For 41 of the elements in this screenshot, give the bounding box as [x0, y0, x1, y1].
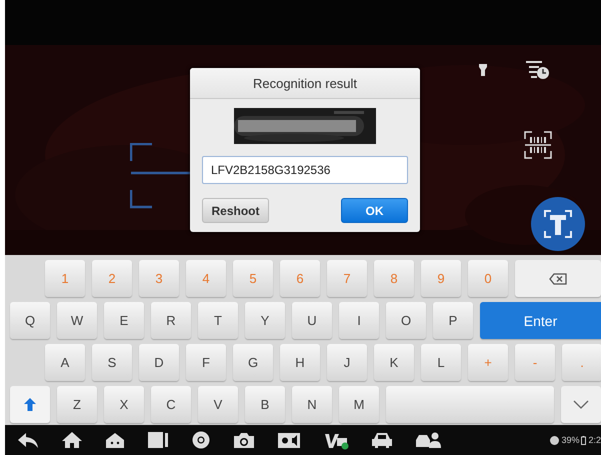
- backspace-icon: [549, 272, 567, 284]
- key[interactable]: K: [374, 344, 414, 381]
- camera-icon[interactable]: [233, 430, 255, 450]
- key[interactable]: H: [280, 344, 320, 381]
- key[interactable]: S: [92, 344, 132, 381]
- key[interactable]: D: [139, 344, 179, 381]
- key[interactable]: B: [245, 386, 285, 423]
- key[interactable]: X: [104, 386, 144, 423]
- enter-key[interactable]: Enter: [480, 302, 601, 339]
- notification-icon: [550, 436, 560, 444]
- recent-apps-icon[interactable]: [147, 430, 169, 450]
- key[interactable]: C: [151, 386, 191, 423]
- home-icon[interactable]: [61, 430, 83, 450]
- key[interactable]: R: [151, 302, 191, 339]
- key[interactable]: P: [433, 302, 473, 339]
- chevron-down-icon: [573, 400, 589, 409]
- battery-icon: [581, 436, 586, 444]
- key[interactable]: V: [198, 386, 238, 423]
- key[interactable]: I: [339, 302, 379, 339]
- key[interactable]: W: [57, 302, 97, 339]
- key[interactable]: Z: [57, 386, 97, 423]
- key[interactable]: O: [386, 302, 426, 339]
- key[interactable]: F: [186, 344, 226, 381]
- key[interactable]: L: [421, 344, 461, 381]
- shift-arrow-icon: [24, 398, 36, 411]
- key[interactable]: J: [327, 344, 367, 381]
- shift-key[interactable]: [10, 386, 50, 423]
- key[interactable]: Q: [10, 302, 50, 339]
- key[interactable]: G: [233, 344, 273, 381]
- car-icon[interactable]: [371, 430, 393, 450]
- key[interactable]: N: [292, 386, 332, 423]
- key[interactable]: A: [45, 344, 85, 381]
- key[interactable]: Y: [245, 302, 285, 339]
- car-person-icon[interactable]: [415, 430, 441, 450]
- back-icon[interactable]: [17, 430, 39, 450]
- key[interactable]: E: [104, 302, 144, 339]
- battery-level: 39%: [561, 435, 580, 445]
- key[interactable]: U: [292, 302, 332, 339]
- key[interactable]: M: [339, 386, 379, 423]
- clock: 2:2: [588, 435, 601, 445]
- key[interactable]: T: [198, 302, 238, 339]
